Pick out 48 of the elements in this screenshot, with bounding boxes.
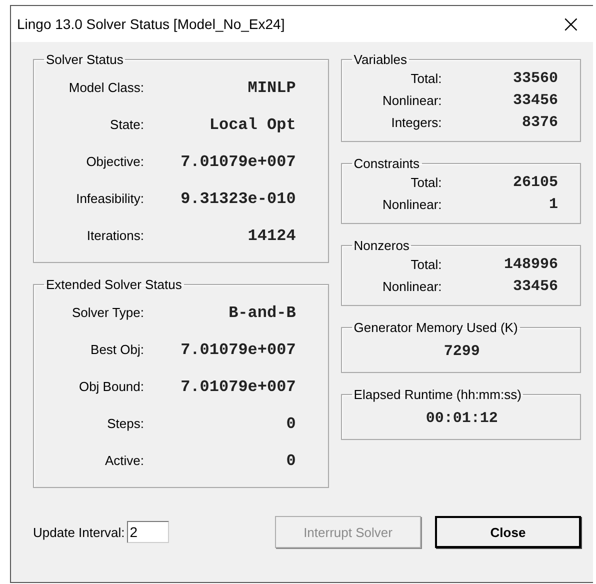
group-title: Solver Status (45, 52, 124, 67)
field-value: MINLP (246, 78, 297, 96)
field-label: Nonlinear: (382, 92, 442, 108)
group-title: Extended Solver Status (45, 277, 183, 292)
field-value: 7299 (444, 343, 480, 360)
field-value: Local Opt (208, 116, 297, 134)
window-title: Lingo 13.0 Solver Status [Model_No_Ex24] (17, 16, 285, 32)
field-label: Objective: (85, 154, 144, 169)
field-value: 14124 (246, 226, 297, 244)
group-title: Constraints (352, 156, 421, 171)
field-label: Total: (410, 256, 442, 272)
field-value: 0 (285, 452, 297, 470)
close-button[interactable]: × (556, 12, 585, 36)
field-value: 9.31323e-010 (180, 190, 297, 208)
field-label: Infeasibility: (75, 191, 144, 206)
field-label: Obj Bound: (78, 379, 144, 394)
group-title: Nonzeros (352, 238, 410, 253)
field-value: 7.01079e+007 (180, 340, 297, 358)
field-value: 8376 (520, 114, 559, 130)
field-label: State: (109, 117, 144, 132)
group-title: Generator Memory Used (K) (352, 320, 519, 335)
field-value: 0 (285, 414, 297, 432)
interval-input[interactable]: 2 (126, 521, 169, 543)
field-label: Integers: (390, 114, 442, 130)
field-value: 26105 (512, 174, 559, 190)
field-label: Total: (410, 174, 442, 190)
field-value: 00:01:12 (426, 410, 498, 427)
field-label: Iterations: (86, 228, 144, 243)
field-value: 1 (548, 196, 559, 212)
group-title: Elapsed Runtime (hh:mm:ss) (352, 387, 522, 402)
field-value: 33456 (512, 92, 559, 108)
field-label: Solver Type: (70, 305, 144, 320)
field-value: 7.01079e+007 (180, 378, 297, 396)
field-label: Model Class: (68, 80, 144, 95)
field-value: 148996 (502, 256, 559, 272)
field-label: Steps: (106, 416, 144, 431)
group-title: Variables (352, 52, 408, 67)
field-value: 33456 (512, 278, 559, 294)
field-value: B-and-B (228, 304, 297, 322)
field-value: 7.01079e+007 (180, 152, 297, 170)
field-label: Best Obj: (90, 342, 144, 357)
dialog-button[interactable]: Close (435, 516, 581, 548)
field-value: 33560 (512, 70, 559, 86)
field-label: Active: (104, 453, 144, 468)
field-label: Nonlinear: (382, 278, 442, 294)
field-label: Update Interval: (33, 524, 125, 540)
field-label: Nonlinear: (382, 196, 442, 212)
field-label: Total: (410, 70, 442, 86)
